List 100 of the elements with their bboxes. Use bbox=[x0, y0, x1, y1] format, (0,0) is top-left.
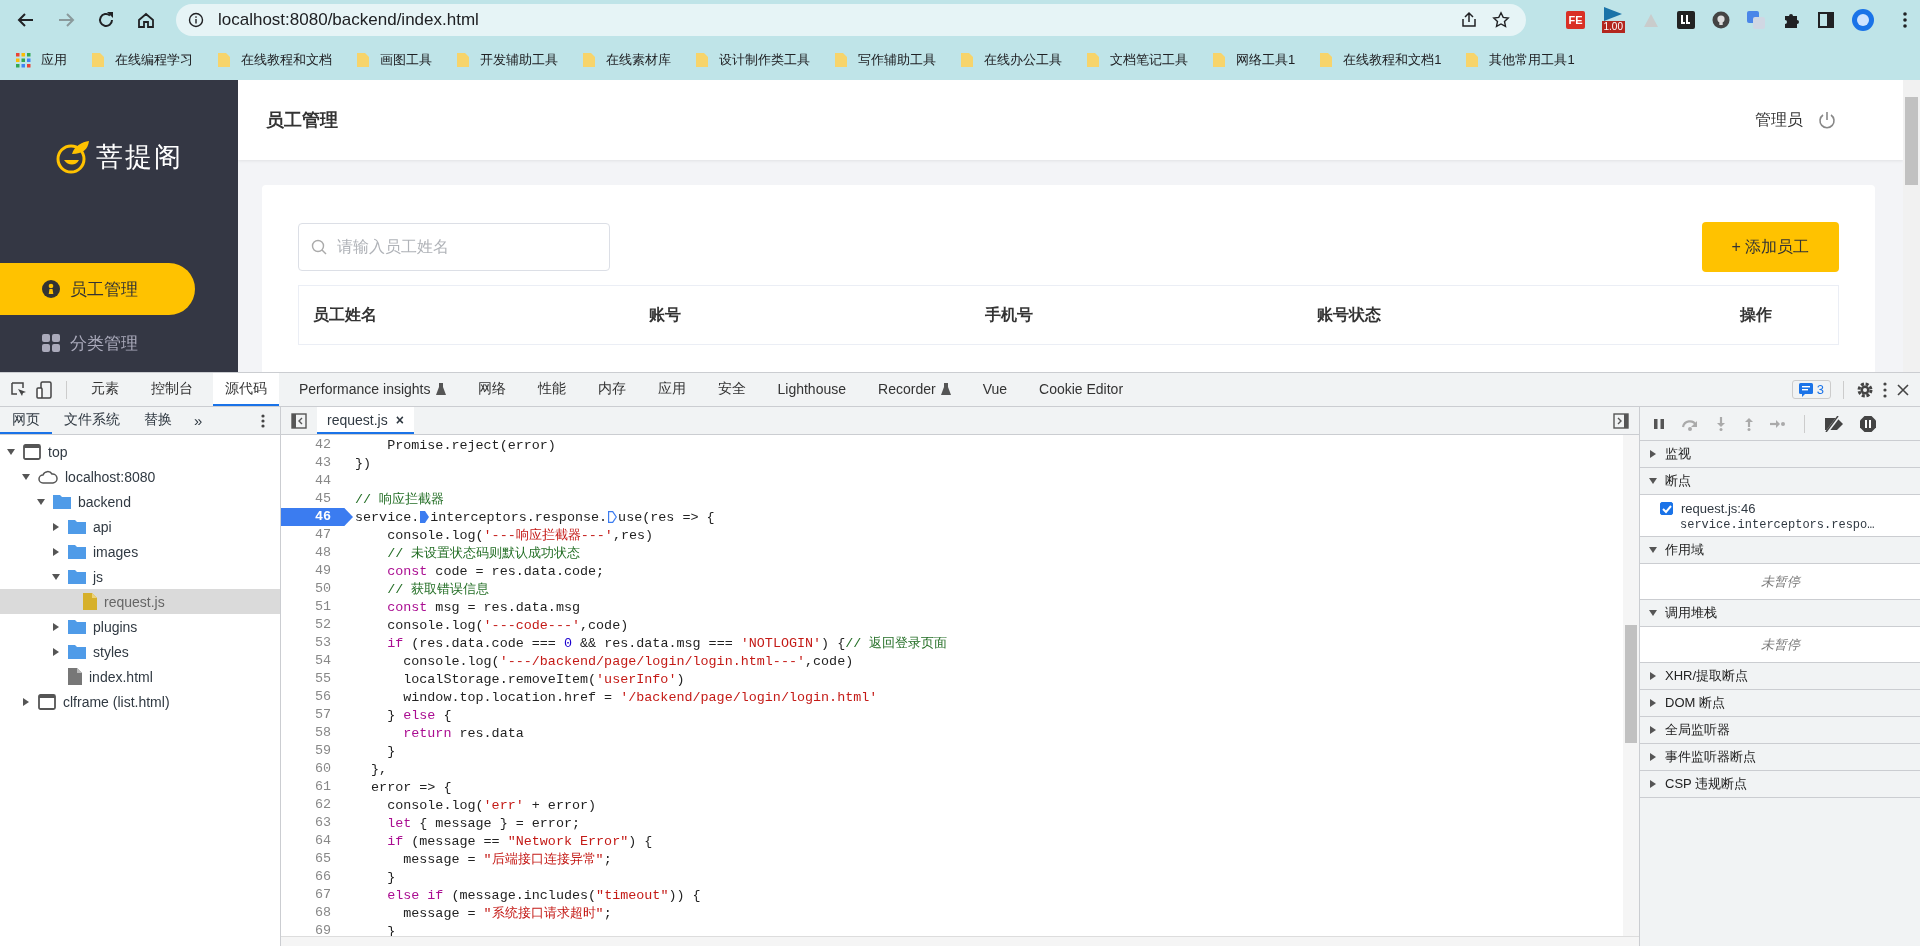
navigator-tab[interactable]: 网页 bbox=[0, 407, 52, 434]
bookmark-folder[interactable]: 画图工具 bbox=[356, 51, 432, 69]
nav-item[interactable]: 员工管理 bbox=[0, 263, 195, 315]
puzzle-icon[interactable] bbox=[1782, 11, 1800, 29]
collapse-arrow-icon[interactable] bbox=[1648, 608, 1658, 618]
bookmark-folder[interactable]: 在线教程和文档1 bbox=[1319, 51, 1442, 69]
inline-breakpoint-icon[interactable] bbox=[420, 511, 430, 523]
collapse-arrow-icon[interactable] bbox=[1648, 476, 1658, 486]
share-icon[interactable] bbox=[1460, 11, 1479, 29]
toggle-navigator-icon[interactable] bbox=[291, 412, 307, 429]
tree-item[interactable]: styles bbox=[0, 639, 280, 664]
expand-arrow-icon[interactable] bbox=[51, 521, 61, 532]
bookmark-folder[interactable]: 在线教程和文档 bbox=[217, 51, 332, 69]
tree-item[interactable]: images bbox=[0, 539, 280, 564]
bookmark-folder[interactable]: 其他常用工具1 bbox=[1465, 51, 1575, 69]
more-tabs-button[interactable]: » bbox=[184, 412, 213, 429]
tree-item[interactable]: index.html bbox=[0, 664, 280, 689]
expand-arrow-icon[interactable] bbox=[1648, 449, 1658, 459]
panel-tab[interactable]: Cookie Editor bbox=[1027, 373, 1136, 406]
star-icon[interactable] bbox=[1492, 11, 1511, 29]
device-icon[interactable] bbox=[36, 380, 54, 399]
navigator-tab[interactable]: 文件系统 bbox=[52, 407, 132, 434]
bookmark-folder[interactable]: 在线编程学习 bbox=[91, 51, 193, 69]
collapse-arrow-icon[interactable] bbox=[51, 571, 61, 582]
tree-item[interactable]: request.js bbox=[0, 589, 280, 614]
lightbulb-icon[interactable] bbox=[1712, 11, 1730, 29]
toggle-debugger-icon[interactable] bbox=[1613, 412, 1629, 429]
expand-arrow-icon[interactable] bbox=[51, 646, 61, 657]
bookmark-folder[interactable]: 文档笔记工具 bbox=[1086, 51, 1188, 69]
tree-item[interactable]: top bbox=[0, 439, 280, 464]
scrollbar[interactable] bbox=[1623, 435, 1639, 936]
pause-on-exceptions-icon[interactable] bbox=[1859, 414, 1877, 433]
scrollbar[interactable] bbox=[281, 936, 1639, 946]
section-header[interactable]: 全局监听器 bbox=[1640, 717, 1920, 744]
expand-arrow-icon[interactable] bbox=[51, 546, 61, 557]
power-icon[interactable] bbox=[1817, 110, 1837, 130]
breakpoint-marker[interactable]: 46 bbox=[281, 508, 353, 526]
menu-icon[interactable] bbox=[1902, 11, 1908, 29]
deactivate-breakpoints-icon[interactable] bbox=[1823, 415, 1845, 432]
translate-icon[interactable] bbox=[1747, 11, 1765, 29]
checkbox[interactable] bbox=[1660, 502, 1673, 515]
expand-arrow-icon[interactable] bbox=[1648, 725, 1658, 735]
collapse-arrow-icon[interactable] bbox=[1648, 545, 1658, 555]
bookmark-folder[interactable]: 在线办公工具 bbox=[960, 51, 1062, 69]
search-field[interactable]: 请输入员工姓名 bbox=[298, 223, 610, 271]
section-header[interactable]: XHR/提取断点 bbox=[1640, 663, 1920, 690]
settings-icon[interactable] bbox=[1856, 380, 1874, 399]
side-panel-icon[interactable] bbox=[1817, 11, 1835, 29]
extension-icon[interactable]: FE bbox=[1566, 11, 1585, 29]
panel-tab[interactable]: 应用 bbox=[645, 373, 698, 406]
bookmark-folder[interactable]: 写作辅助工具 bbox=[834, 51, 936, 69]
more-icon[interactable] bbox=[260, 412, 266, 429]
inline-breakpoint-icon[interactable] bbox=[608, 511, 618, 523]
more-icon[interactable] bbox=[1882, 380, 1888, 399]
avatar-icon[interactable] bbox=[1852, 9, 1874, 31]
panel-tab[interactable]: Vue bbox=[970, 373, 1019, 406]
collapse-arrow-icon[interactable] bbox=[21, 471, 31, 482]
expand-arrow-icon[interactable] bbox=[21, 696, 31, 707]
tree-item[interactable]: plugins bbox=[0, 614, 280, 639]
tree-item[interactable]: backend bbox=[0, 489, 280, 514]
tree-item[interactable]: localhost:8080 bbox=[0, 464, 280, 489]
file-tab[interactable]: request.js × bbox=[317, 407, 414, 434]
panel-tab[interactable]: Recorder bbox=[866, 373, 963, 406]
panel-tab[interactable]: 安全 bbox=[705, 373, 758, 406]
extension-icon[interactable] bbox=[1677, 11, 1695, 29]
pause-icon[interactable] bbox=[1652, 416, 1666, 431]
reload-icon[interactable] bbox=[96, 10, 116, 30]
panel-tab[interactable]: 控制台 bbox=[139, 373, 205, 406]
panel-tab[interactable]: 源代码 bbox=[213, 373, 279, 406]
section-header[interactable]: 监视 bbox=[1640, 441, 1920, 468]
tree-item[interactable]: js bbox=[0, 564, 280, 589]
section-header[interactable]: DOM 断点 bbox=[1640, 690, 1920, 717]
section-header[interactable]: 事件监听器断点 bbox=[1640, 744, 1920, 771]
bookmark-folder[interactable]: 设计制作类工具 bbox=[695, 51, 810, 69]
scrollbar[interactable] bbox=[1903, 80, 1920, 372]
panel-tab[interactable]: 内存 bbox=[585, 373, 638, 406]
navigator-tab[interactable]: 替换 bbox=[132, 407, 184, 434]
panel-tab[interactable]: 网络 bbox=[465, 373, 518, 406]
home-icon[interactable] bbox=[136, 10, 156, 30]
panel-tab[interactable]: Performance insights bbox=[287, 373, 458, 406]
expand-arrow-icon[interactable] bbox=[1648, 752, 1658, 762]
bookmark[interactable]: 应用 bbox=[16, 51, 67, 69]
expand-arrow-icon[interactable] bbox=[51, 621, 61, 632]
collapse-arrow-icon[interactable] bbox=[36, 496, 46, 507]
section-header[interactable]: CSP 违规断点 bbox=[1640, 771, 1920, 798]
bookmark-folder[interactable]: 在线素材库 bbox=[582, 51, 671, 69]
add-button[interactable]: + 添加员工 bbox=[1702, 222, 1839, 272]
close-icon[interactable] bbox=[1896, 382, 1910, 397]
tree-item[interactable]: clframe (list.html) bbox=[0, 689, 280, 714]
expand-arrow-icon[interactable] bbox=[1648, 671, 1658, 681]
panel-tab[interactable]: 元素 bbox=[79, 373, 131, 406]
nav-item[interactable]: 分类管理 bbox=[0, 317, 195, 369]
close-tab-button[interactable]: × bbox=[395, 411, 404, 428]
collapse-arrow-icon[interactable] bbox=[6, 446, 16, 457]
bookmark-folder[interactable]: 开发辅助工具 bbox=[456, 51, 558, 69]
expand-arrow-icon[interactable] bbox=[1648, 779, 1658, 789]
issues-button[interactable]: 3 bbox=[1791, 380, 1831, 399]
panel-tab[interactable]: 性能 bbox=[525, 373, 578, 406]
expand-arrow-icon[interactable] bbox=[1648, 698, 1658, 708]
panel-tab[interactable]: Lighthouse bbox=[765, 373, 859, 406]
